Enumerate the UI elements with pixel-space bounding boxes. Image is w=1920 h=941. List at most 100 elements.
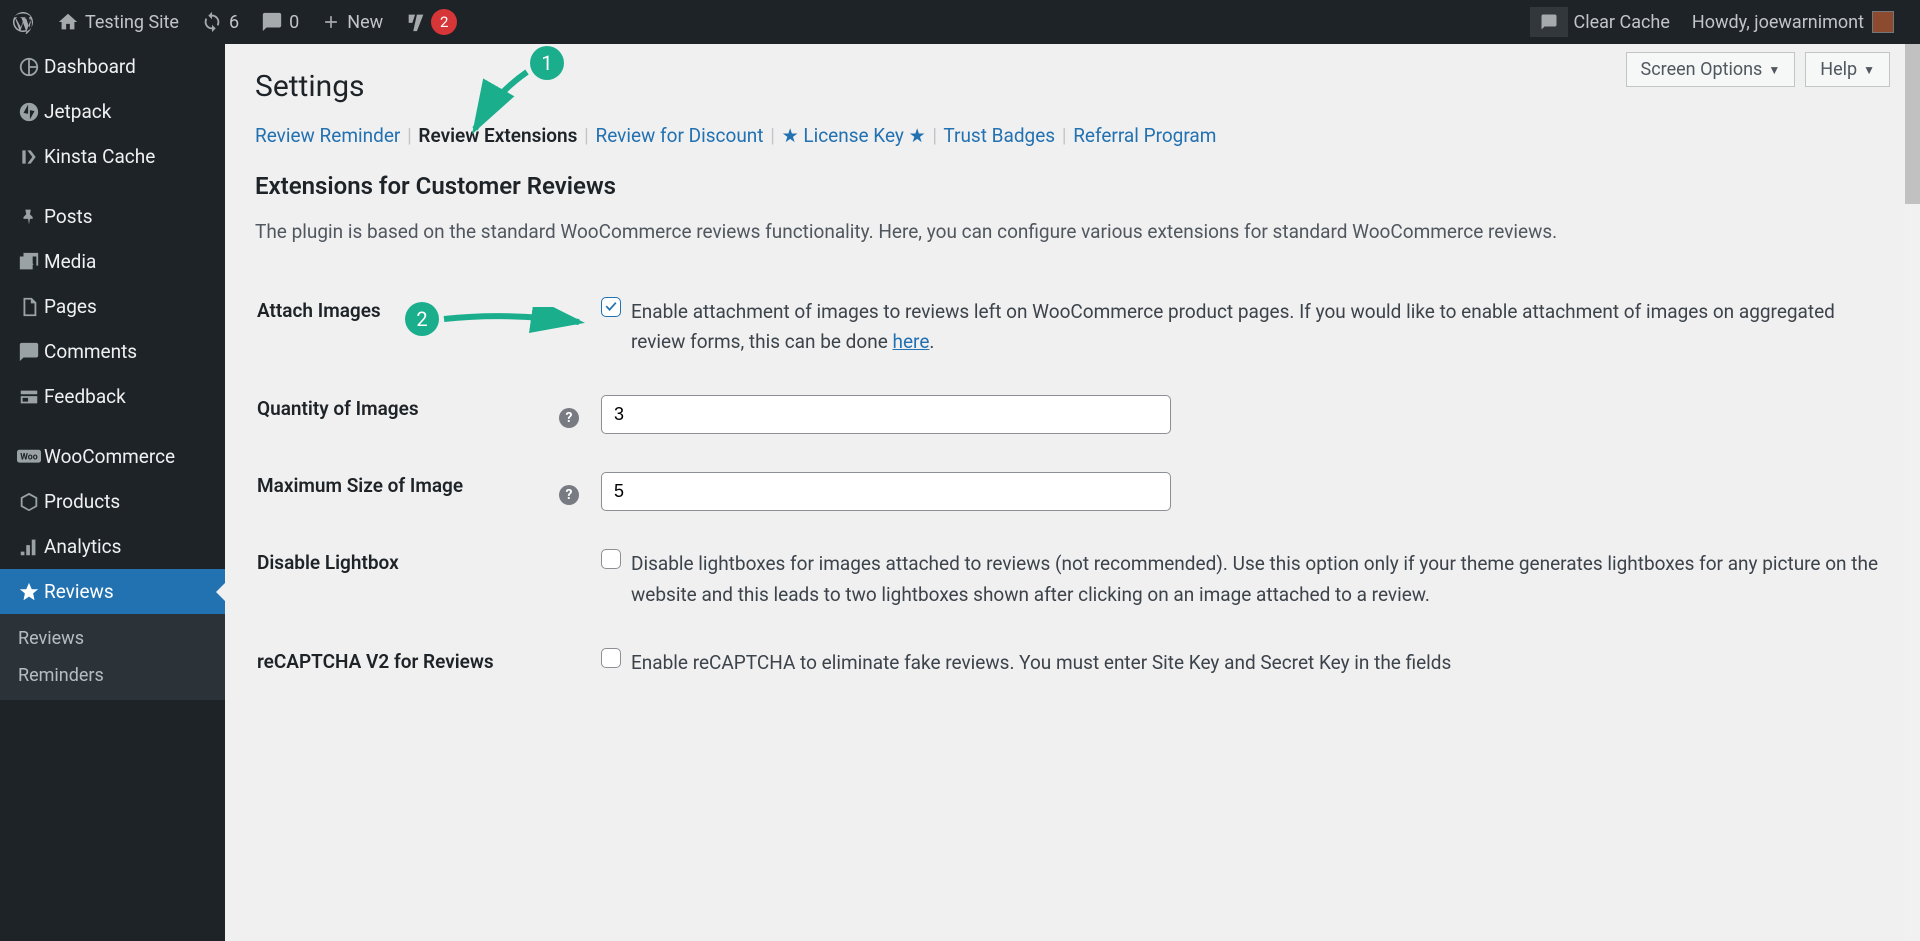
sidebar-item-label: WooCommerce bbox=[44, 445, 175, 468]
sidebar-sub-reminders[interactable]: Reminders bbox=[0, 657, 225, 694]
kinsta-icon bbox=[14, 147, 44, 167]
max-size-label: Maximum Size of Image bbox=[257, 454, 557, 529]
pin-icon bbox=[14, 206, 44, 228]
star-icon bbox=[14, 581, 44, 603]
site-name: Testing Site bbox=[85, 12, 179, 33]
jetpack-icon bbox=[14, 101, 44, 123]
sidebar-item-feedback[interactable]: Feedback bbox=[0, 374, 225, 419]
tab-referral-program[interactable]: Referral Program bbox=[1073, 124, 1216, 147]
pages-icon bbox=[14, 296, 44, 318]
settings-tabs: Review Reminder | Review Extensions | Re… bbox=[255, 124, 1890, 147]
chevron-down-icon: ▼ bbox=[1863, 63, 1875, 77]
sidebar-item-pages[interactable]: Pages bbox=[0, 284, 225, 329]
site-name-link[interactable]: Testing Site bbox=[46, 0, 190, 44]
sidebar-separator bbox=[0, 179, 225, 194]
max-size-input[interactable] bbox=[601, 472, 1171, 511]
wp-logo[interactable] bbox=[0, 0, 46, 44]
clear-cache-label: Clear Cache bbox=[1574, 12, 1670, 33]
products-icon bbox=[14, 491, 44, 513]
sidebar-item-label: Reviews bbox=[44, 580, 114, 603]
sidebar-item-posts[interactable]: Posts bbox=[0, 194, 225, 239]
comments-link[interactable]: 0 bbox=[250, 0, 310, 44]
quantity-label: Quantity of Images bbox=[257, 377, 557, 452]
disable-lightbox-description: Disable lightboxes for images attached t… bbox=[631, 549, 1878, 610]
sidebar-item-kinsta[interactable]: Kinsta Cache bbox=[0, 134, 225, 179]
sidebar-item-woocommerce[interactable]: Woo WooCommerce bbox=[0, 434, 225, 479]
yoast-badge: 2 bbox=[431, 9, 457, 35]
disable-lightbox-checkbox[interactable] bbox=[601, 549, 621, 569]
sidebar-item-label: Media bbox=[44, 250, 96, 273]
help-tooltip-icon[interactable]: ? bbox=[559, 485, 579, 505]
new-content-link[interactable]: New bbox=[310, 0, 394, 44]
tab-separator: | bbox=[407, 124, 412, 147]
tab-trust-badges[interactable]: Trust Badges bbox=[943, 124, 1055, 147]
comment-icon bbox=[14, 341, 44, 363]
tab-separator: | bbox=[770, 124, 775, 147]
wordpress-icon bbox=[11, 10, 35, 34]
sidebar-item-reviews[interactable]: Reviews bbox=[0, 569, 225, 614]
here-link[interactable]: here bbox=[893, 330, 930, 353]
analytics-icon bbox=[14, 536, 44, 558]
clear-cache-button[interactable]: Clear Cache bbox=[1519, 0, 1681, 44]
wp-admin-bar: Testing Site 6 0 New 2 Clear Cache Howdy… bbox=[0, 0, 1920, 44]
scrollbar-thumb[interactable] bbox=[1905, 44, 1920, 204]
sidebar-item-dashboard[interactable]: Dashboard bbox=[0, 44, 225, 89]
attach-images-text-2: . bbox=[929, 330, 934, 353]
user-account-link[interactable]: Howdy, joewarnimont bbox=[1681, 0, 1905, 44]
section-title: Extensions for Customer Reviews bbox=[255, 172, 1890, 200]
yoast-link[interactable]: 2 bbox=[394, 0, 468, 44]
updates-link[interactable]: 6 bbox=[190, 0, 250, 44]
tab-separator: | bbox=[584, 124, 589, 147]
help-tooltip-icon[interactable]: ? bbox=[559, 408, 579, 428]
yoast-icon bbox=[405, 11, 427, 33]
admin-sidebar: Dashboard Jetpack Kinsta Cache Posts Med… bbox=[0, 44, 225, 941]
tab-review-reminder[interactable]: Review Reminder bbox=[255, 124, 400, 147]
adminbar-left: Testing Site 6 0 New 2 bbox=[0, 0, 468, 44]
recaptcha-label: reCAPTCHA V2 for Reviews bbox=[257, 630, 557, 696]
tab-separator: | bbox=[1062, 124, 1067, 147]
recaptcha-checkbox[interactable] bbox=[601, 648, 621, 668]
sidebar-item-media[interactable]: Media bbox=[0, 239, 225, 284]
tab-separator: | bbox=[932, 124, 937, 147]
sidebar-separator bbox=[0, 419, 225, 434]
attach-images-label: Attach Images bbox=[257, 279, 557, 376]
sidebar-item-label: Pages bbox=[44, 295, 97, 318]
attach-images-checkbox[interactable] bbox=[601, 297, 621, 317]
sidebar-submenu: Reviews Reminders bbox=[0, 614, 225, 700]
sidebar-item-label: Jetpack bbox=[44, 100, 111, 123]
comment-icon bbox=[261, 11, 283, 33]
sidebar-item-label: Dashboard bbox=[44, 55, 136, 78]
quantity-input[interactable] bbox=[601, 395, 1171, 434]
tab-license-key[interactable]: ★ License Key ★ bbox=[782, 124, 926, 147]
comments-count: 0 bbox=[289, 12, 299, 33]
sidebar-item-label: Kinsta Cache bbox=[44, 145, 155, 168]
adminbar-right: Clear Cache Howdy, joewarnimont bbox=[1519, 0, 1906, 44]
help-label: Help bbox=[1820, 59, 1857, 80]
section-description: The plugin is based on the standard WooC… bbox=[255, 218, 1890, 247]
main-content: Screen Options▼ Help▼ Settings Review Re… bbox=[225, 44, 1920, 941]
update-icon bbox=[201, 11, 223, 33]
screen-options-label: Screen Options bbox=[1641, 59, 1763, 80]
new-label: New bbox=[347, 12, 383, 33]
cache-bubble-icon bbox=[1540, 13, 1558, 31]
sidebar-item-jetpack[interactable]: Jetpack bbox=[0, 89, 225, 134]
plus-icon bbox=[321, 12, 341, 32]
chevron-down-icon: ▼ bbox=[1768, 63, 1780, 77]
sidebar-sub-reviews[interactable]: Reviews bbox=[0, 620, 225, 657]
user-avatar bbox=[1872, 11, 1894, 33]
sidebar-item-comments[interactable]: Comments bbox=[0, 329, 225, 374]
media-icon bbox=[14, 251, 44, 273]
svg-text:Woo: Woo bbox=[20, 452, 38, 462]
screen-options-button[interactable]: Screen Options ▼ bbox=[1626, 52, 1796, 87]
howdy-text: Howdy, joewarnimont bbox=[1692, 12, 1864, 33]
sidebar-item-analytics[interactable]: Analytics bbox=[0, 524, 225, 569]
recaptcha-description: Enable reCAPTCHA to eliminate fake revie… bbox=[631, 648, 1878, 678]
tab-review-discount[interactable]: Review for Discount bbox=[596, 124, 764, 147]
sidebar-item-label: Feedback bbox=[44, 385, 126, 408]
tab-review-extensions[interactable]: Review Extensions bbox=[418, 124, 577, 147]
updates-count: 6 bbox=[229, 12, 239, 33]
sidebar-item-products[interactable]: Products bbox=[0, 479, 225, 524]
help-button[interactable]: Help ▼ bbox=[1805, 52, 1890, 87]
disable-lightbox-label: Disable Lightbox bbox=[257, 531, 557, 628]
dashboard-icon bbox=[14, 56, 44, 78]
